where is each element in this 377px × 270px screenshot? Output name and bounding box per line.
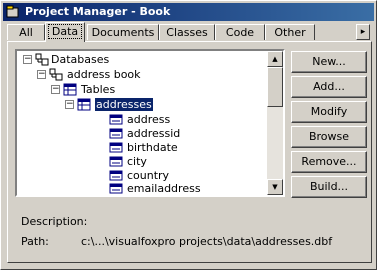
collapse-icon[interactable]: − — [37, 70, 46, 79]
tab-classes-label: Classes — [166, 26, 208, 39]
collapse-icon[interactable]: − — [65, 100, 74, 109]
tree-node-label: city — [127, 155, 147, 168]
tab-code[interactable]: Code — [215, 24, 265, 40]
path-label: Path: — [21, 235, 49, 248]
title-bar[interactable]: Project Manager - Book — [3, 3, 374, 21]
scroll-thumb[interactable] — [267, 67, 283, 107]
new-button[interactable]: New... — [291, 51, 367, 73]
add-button[interactable]: Add... — [291, 76, 367, 98]
tab-classes[interactable]: Classes — [159, 24, 215, 40]
tree-node-databases[interactable]: − Databases — [17, 53, 257, 66]
field-icon — [109, 156, 123, 167]
browse-button[interactable]: Browse — [291, 126, 367, 148]
tree-content: − Databases − address book − Tables − ad… — [17, 51, 269, 195]
field-icon — [109, 183, 123, 194]
project-manager-window: Project Manager - Book All Data Document… — [0, 0, 377, 270]
project-manager-icon — [6, 5, 19, 18]
database-icon — [49, 68, 63, 81]
tree-node-field-country[interactable]: country — [17, 169, 257, 182]
tab-all-label: All — [19, 26, 33, 39]
tab-other[interactable]: Other — [265, 24, 315, 40]
tree-node-label: addresses — [94, 97, 154, 112]
scroll-up-arrow-icon[interactable]: ▲ — [267, 51, 283, 67]
tree-node-field-emailaddress[interactable]: emailaddress — [17, 182, 257, 195]
tables-icon — [63, 83, 77, 96]
tree-node-label: country — [127, 169, 170, 182]
tree-node-label: Databases — [51, 53, 110, 66]
description-label: Description: — [21, 215, 88, 228]
tab-other-label: Other — [274, 26, 306, 39]
build-button[interactable]: Build... — [291, 176, 367, 198]
tree-node-tables[interactable]: − Tables — [17, 83, 257, 96]
modify-button[interactable]: Modify — [291, 101, 367, 123]
collapse-icon[interactable]: − — [51, 85, 60, 94]
table-icon — [77, 98, 91, 111]
tree-node-field-birthdate[interactable]: birthdate — [17, 141, 257, 154]
tab-documents[interactable]: Documents — [87, 24, 159, 40]
tree-node-field-addressid[interactable]: addressid — [17, 127, 257, 140]
tab-code-label: Code — [225, 26, 255, 39]
field-icon — [109, 128, 123, 139]
tab-scroll-icon: ▸ — [360, 27, 366, 37]
tree-node-label: emailaddress — [127, 182, 201, 195]
field-icon — [109, 114, 123, 125]
remove-button[interactable]: Remove... — [291, 151, 367, 173]
tab-documents-label: Documents — [91, 26, 155, 39]
project-tree[interactable]: − Databases − address book − Tables − ad… — [15, 49, 285, 197]
tree-node-field-address[interactable]: address — [17, 113, 257, 126]
tree-node-label: birthdate — [127, 141, 178, 154]
tab-scroll-button[interactable]: ▸ — [356, 24, 370, 40]
tree-node-address-book[interactable]: − address book — [17, 68, 257, 81]
collapse-icon[interactable]: − — [23, 55, 32, 64]
window-title: Project Manager - Book — [25, 5, 171, 18]
tree-node-addresses[interactable]: − addresses — [17, 97, 257, 112]
field-icon — [109, 170, 123, 181]
tab-all[interactable]: All — [7, 24, 45, 40]
tab-data-label: Data — [47, 24, 83, 39]
tree-node-field-city[interactable]: city — [17, 155, 257, 168]
tree-node-label: addressid — [127, 127, 181, 140]
tree-vertical-scrollbar[interactable]: ▲ ▼ — [267, 51, 283, 195]
scroll-down-arrow-icon[interactable]: ▼ — [267, 179, 283, 195]
tree-node-label: address book — [67, 68, 141, 81]
tree-node-label: Tables — [81, 83, 116, 96]
tab-strip: All Data Documents Classes Code Other ▸ — [7, 22, 372, 42]
tab-data[interactable]: Data — [45, 22, 85, 42]
path-value: c:\...\visualfoxpro projects\data\addres… — [81, 235, 333, 248]
databases-icon — [35, 53, 49, 66]
tree-node-label: address — [127, 113, 171, 126]
field-icon — [109, 142, 123, 153]
